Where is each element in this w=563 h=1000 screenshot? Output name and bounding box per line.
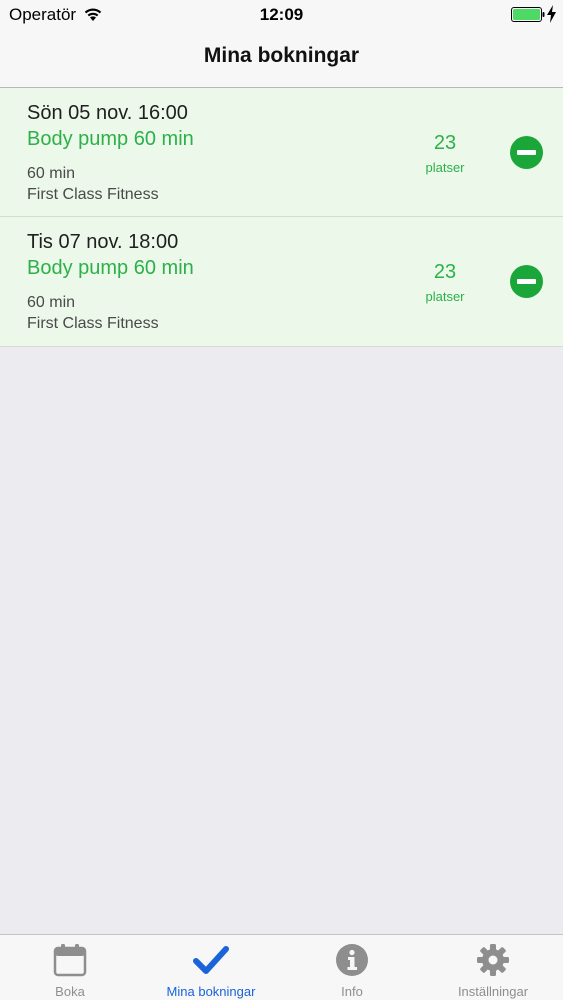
tab-bar: Boka Mina bokningar Info Inställningar <box>0 934 563 1000</box>
booking-date: Tis 07 nov. 18:00 <box>27 231 179 253</box>
booking-class-name: Body pump 60 min <box>27 128 194 150</box>
booking-gym: First Class Fitness <box>27 315 159 332</box>
page-title: Mina bokningar <box>203 44 360 67</box>
booking-row[interactable]: Sön 05 nov. 16:00 Body pump 60 min 60 mi… <box>0 88 563 217</box>
booking-duration: 60 min <box>27 294 76 311</box>
minus-icon <box>517 150 536 155</box>
booking-gym: First Class Fitness <box>27 186 159 203</box>
tab-installningar[interactable]: Inställningar <box>423 935 563 1000</box>
battery-icon <box>511 7 545 22</box>
spots-label: platser <box>425 160 465 175</box>
app-window: Operatör 12:09 Mina bokningar Sön 05 nov… <box>0 0 563 1000</box>
available-spots: 23 platser <box>410 261 480 304</box>
booking-list: Sön 05 nov. 16:00 Body pump 60 min 60 mi… <box>0 88 563 347</box>
tab-label: Inställningar <box>457 984 529 999</box>
wifi-icon <box>84 8 102 21</box>
tab-info[interactable]: Info <box>282 935 422 1000</box>
booking-class-name: Body pump 60 min <box>27 257 194 279</box>
tab-label: Info <box>341 984 363 999</box>
booking-date: Sön 05 nov. 16:00 <box>27 102 188 124</box>
spots-count: 23 <box>433 132 457 154</box>
booking-row[interactable]: Tis 07 nov. 18:00 Body pump 60 min 60 mi… <box>0 217 563 347</box>
carrier-label: Operatör <box>9 5 77 24</box>
nav-bar: Mina bokningar <box>0 30 563 88</box>
tab-label: Mina bokningar <box>166 984 256 999</box>
cancel-booking-button[interactable] <box>510 265 543 298</box>
checkmark-icon <box>193 946 229 974</box>
gear-icon <box>477 944 509 976</box>
status-bar: Operatör 12:09 <box>0 0 563 30</box>
minus-icon <box>517 279 536 284</box>
tab-mina-bokningar[interactable]: Mina bokningar <box>141 935 281 1000</box>
tab-boka[interactable]: Boka <box>0 935 140 1000</box>
tab-label: Boka <box>55 984 85 999</box>
calendar-icon <box>53 944 87 977</box>
info-icon <box>336 944 368 976</box>
booking-duration: 60 min <box>27 165 76 182</box>
spots-label: platser <box>425 289 465 304</box>
charging-bolt-icon <box>547 5 556 23</box>
spots-count: 23 <box>433 261 457 283</box>
cancel-booking-button[interactable] <box>510 136 543 169</box>
available-spots: 23 platser <box>410 132 480 175</box>
